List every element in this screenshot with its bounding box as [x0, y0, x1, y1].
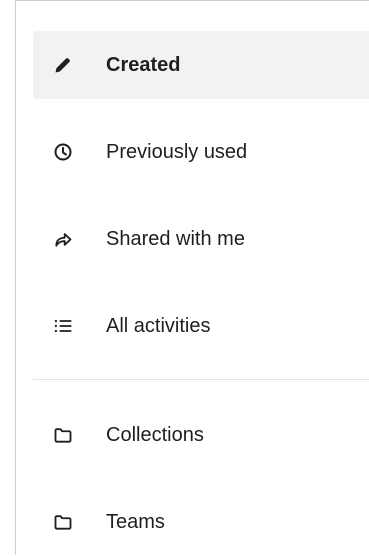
sidebar-item-all-activities[interactable]: All activities	[33, 292, 369, 360]
sidebar-item-label: Previously used	[106, 141, 248, 163]
sidebar-divider	[33, 379, 369, 380]
sidebar-item-label: Created	[106, 54, 181, 76]
share-arrow-icon	[53, 229, 73, 249]
sidebar-item-created[interactable]: Created	[33, 31, 369, 99]
list-icon	[53, 316, 73, 336]
sidebar-item-previously-used[interactable]: Previously used	[33, 118, 369, 186]
folder-icon	[53, 425, 73, 445]
pencil-icon	[53, 55, 73, 75]
sidebar-item-label: Teams	[106, 511, 165, 533]
sidebar-item-label: Shared with me	[106, 228, 245, 250]
sidebar-item-collections[interactable]: Collections	[33, 401, 369, 469]
sidebar-panel: Created Previously used Shared with me A…	[15, 0, 369, 555]
sidebar-item-shared-with-me[interactable]: Shared with me	[33, 205, 369, 273]
sidebar-item-label: Collections	[106, 424, 204, 446]
clock-icon	[53, 142, 73, 162]
sidebar-item-teams[interactable]: Teams	[33, 488, 369, 556]
folder-icon	[53, 512, 73, 532]
sidebar-item-label: All activities	[106, 315, 211, 337]
